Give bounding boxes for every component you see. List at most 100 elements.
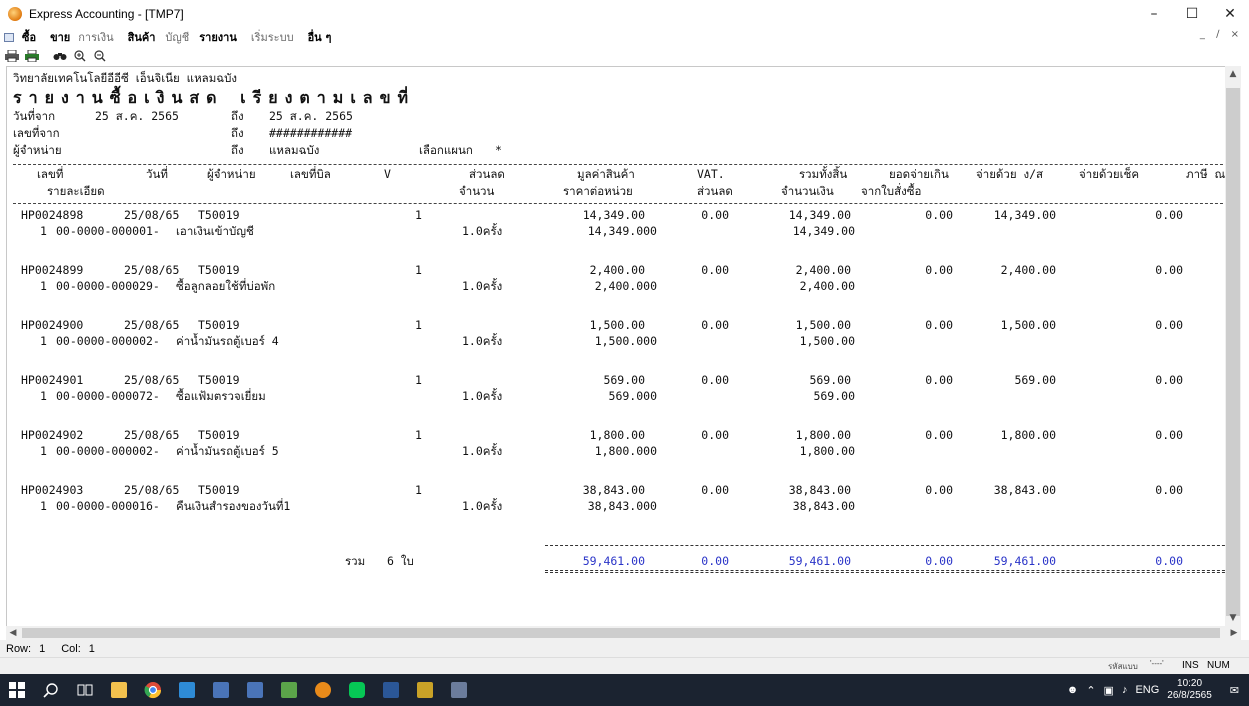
col-header-from-po: จากใบสั่งซื้อ (861, 184, 922, 198)
item-description: ซื้อลูกลอยใช้ที่บ่อพัก (176, 279, 276, 293)
clock[interactable]: 10:20 26/8/2565 (1167, 678, 1212, 702)
col-header-qty: จำนวน (459, 184, 495, 198)
window-title: Express Accounting - [TMP7] (29, 7, 184, 21)
system-tray: ☻ ⌃ ▣ ♪ ENG 10:20 26/8/2565 ✉ (1059, 674, 1249, 706)
unit-price: 1,800.000 (594, 444, 657, 458)
menu-purchase[interactable]: ซื้อ (22, 28, 36, 46)
mdi-window-buttons[interactable]: _ ∕ × (1200, 29, 1243, 40)
app-icon-calc-2[interactable] (238, 674, 272, 706)
cheque-value: 0.00 (1155, 263, 1183, 277)
cash-value: 2,400.00 (1000, 263, 1056, 277)
app-icon-blue[interactable] (170, 674, 204, 706)
item-quantity: 1.0ครั้ง (462, 444, 503, 458)
scroll-up-icon[interactable]: ▲ (1225, 66, 1241, 82)
zoom-in-icon[interactable] (72, 49, 88, 63)
summary-overpay: 0.00 (925, 554, 953, 568)
print-icon[interactable] (4, 49, 20, 63)
row-value: 1 (39, 642, 46, 655)
summary-total: 59,461.00 (788, 554, 851, 568)
tray-chevron-icon[interactable]: ⌃ (1086, 684, 1095, 697)
minimize-button[interactable]: – (1135, 0, 1173, 28)
language-indicator[interactable]: ENG (1135, 684, 1159, 696)
zoom-out-icon[interactable] (92, 49, 108, 63)
find-icon[interactable] (52, 49, 68, 63)
scroll-left-icon[interactable]: ◀ (6, 626, 20, 640)
col-header-amount: จำนวนเงิน (781, 184, 834, 198)
ins-indicator: INS (1182, 660, 1199, 671)
vertical-scrollbar[interactable]: ▲ ▼ (1225, 66, 1241, 626)
close-button[interactable]: ✕ (1211, 0, 1249, 28)
overpay-value: 0.00 (925, 483, 953, 497)
doc-date: 25/08/65 (124, 428, 180, 442)
item-description: ซื้อแฟ้มตรวจเยี่ยม (176, 389, 266, 403)
v-flag: 1 (415, 263, 422, 277)
table-row: HP0024903 25/08/65 T50019 1 38,843.00 0.00 38,… (13, 483, 1233, 538)
windows-taskbar: ☻ ⌃ ▣ ♪ ENG 10:20 26/8/2565 ✉ (0, 674, 1249, 706)
doc-number: HP0024903 (21, 483, 84, 497)
menu-report[interactable]: รายงาน (199, 28, 237, 46)
report-view[interactable]: วิทยาลัยเทคโนโลยีอีอีซี เอ็นจิเนีย แหลมฉ… (6, 66, 1233, 626)
goods-value: 569.00 (603, 373, 645, 387)
express-accounting-icon[interactable] (306, 674, 340, 706)
title-bar: Express Accounting - [TMP7] – ☐ ✕ (0, 0, 1249, 28)
doc-date: 25/08/65 (124, 483, 180, 497)
col-header-cash: จ่ายด้วย ง/ส (976, 167, 1044, 181)
volume-icon[interactable]: ♪ (1122, 684, 1128, 696)
horizontal-scrollbar[interactable]: ◀ ▶ (6, 626, 1241, 640)
network-icon[interactable]: ▣ (1104, 684, 1114, 697)
menu-setup[interactable]: เริ่มระบบ (251, 28, 294, 46)
task-view-icon[interactable] (68, 674, 102, 706)
account-code: 00-0000-000002- (56, 334, 160, 348)
overpay-value: 0.00 (925, 208, 953, 222)
menu-sale[interactable]: ขาย (50, 28, 70, 46)
num-indicator: NUM (1207, 660, 1230, 671)
scroll-down-icon[interactable]: ▼ (1225, 610, 1241, 626)
vertical-scroll-thumb[interactable] (1226, 88, 1240, 616)
code-type-label: รหัสแบบ (1108, 662, 1138, 671)
v-flag: 1 (415, 428, 422, 442)
summary-amount: 59,461.00 (582, 554, 645, 568)
cash-value: 1,500.00 (1000, 318, 1056, 332)
v-flag: 1 (415, 483, 422, 497)
line-amount: 14,349.00 (792, 224, 855, 238)
horizontal-scroll-thumb[interactable] (22, 628, 1220, 638)
start-icon[interactable] (0, 674, 34, 706)
vat-value: 0.00 (701, 263, 729, 277)
document-icon[interactable] (4, 32, 14, 42)
print-setup-icon[interactable] (24, 49, 40, 63)
cash-value: 1,800.00 (1000, 428, 1056, 442)
date-to-label: ถึง (231, 109, 244, 123)
menu-finance[interactable]: การเงิน (78, 28, 113, 46)
date-from: 25 ส.ค. 2565 (95, 109, 179, 123)
word-icon[interactable] (374, 674, 408, 706)
menu-other[interactable]: อื่น ๆ (308, 28, 332, 46)
summary-count: 6 ใบ (387, 554, 414, 568)
app-icon-tools[interactable] (408, 674, 442, 706)
chrome-icon[interactable] (136, 674, 170, 706)
vat-value: 0.00 (701, 373, 729, 387)
notification-icon[interactable]: ✉ (1230, 684, 1239, 697)
goods-value: 14,349.00 (582, 208, 645, 222)
menu-inventory[interactable]: สินค้า (128, 28, 156, 46)
total-value: 2,400.00 (795, 263, 851, 277)
row-label: Row: (6, 642, 32, 655)
item-number: 1 (40, 499, 47, 513)
app-icon-calc-1[interactable] (204, 674, 238, 706)
item-description: ค่าน้ำมันรถตู้เบอร์ 4 (176, 334, 279, 348)
report-content: วิทยาลัยเทคโนโลยีอีอีซี เอ็นจิเนีย แหลมฉ… (13, 71, 1233, 574)
file-explorer-icon[interactable] (102, 674, 136, 706)
maximize-button[interactable]: ☐ (1173, 0, 1211, 28)
scroll-right-icon[interactable]: ▶ (1227, 626, 1241, 640)
vendor-code: T50019 (198, 483, 240, 497)
col-header-goods-value: มูลค่าสินค้า (577, 167, 635, 181)
table-row: HP0024902 25/08/65 T50019 1 1,800.00 0.00 1,80… (13, 428, 1233, 483)
doc-date: 25/08/65 (124, 373, 180, 387)
menu-ledger[interactable]: บัญชี (165, 28, 189, 46)
vat-value: 0.00 (701, 318, 729, 332)
search-icon[interactable] (34, 674, 68, 706)
app-icon-green[interactable] (272, 674, 306, 706)
toolbar (0, 46, 1249, 66)
app-icon-misc[interactable] (442, 674, 476, 706)
line-icon[interactable] (340, 674, 374, 706)
people-icon[interactable]: ☻ (1067, 684, 1079, 696)
